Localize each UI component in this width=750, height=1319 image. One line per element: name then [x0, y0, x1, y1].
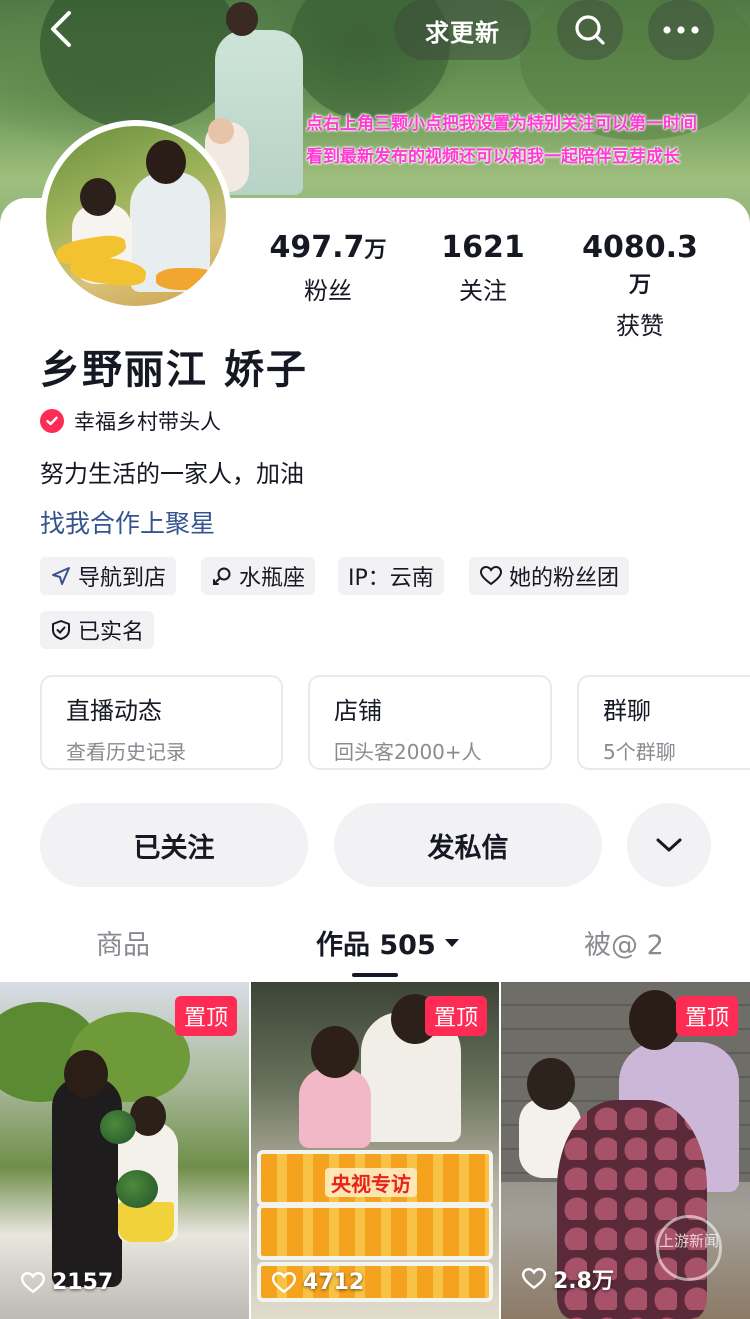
feature-subtitle: 5个群聊	[603, 740, 676, 764]
thumb-person-head	[629, 990, 681, 1050]
feature-title: 直播动态	[66, 697, 162, 725]
active-tab-indicator	[352, 973, 398, 977]
cooperation-link[interactable]: 找我合作上聚星	[40, 504, 215, 540]
tag-ip-location: IP：云南	[338, 557, 444, 595]
thumb-person-head	[527, 1058, 575, 1110]
video-thumbnail[interactable]: 上游新闻 置顶 2.8万	[501, 982, 750, 1319]
tag-navigate-to-store[interactable]: 导航到店	[40, 557, 177, 595]
tag-fan-club-label: 她的粉丝团	[509, 566, 620, 591]
request-update-button[interactable]: 求更新	[394, 0, 531, 60]
more-dots-icon	[663, 26, 699, 34]
feature-shop[interactable]: 店铺 回头客2000+人	[308, 675, 552, 770]
tag-zodiac-label: 水瓶座	[239, 566, 306, 591]
banner-caption: 点右上角三颗小点把我设置为特别关注可以第一时间 看到最新发布的视频还可以和我一起…	[306, 108, 746, 174]
thumb-person	[299, 1068, 371, 1148]
search-icon	[575, 15, 605, 45]
stat-fans-value: 497.7万	[268, 230, 388, 265]
thumb-person	[52, 1077, 122, 1287]
video-likes: 4712	[271, 1270, 364, 1295]
likes-unit: 万	[628, 273, 651, 298]
thumb-watermelon	[116, 1170, 158, 1208]
back-button[interactable]	[36, 6, 86, 52]
check-badge-icon	[40, 409, 64, 433]
verified-text: 幸福乡村带头人	[74, 410, 221, 434]
more-actions-button[interactable]	[627, 803, 711, 887]
tag-zodiac[interactable]: 水瓶座	[201, 557, 316, 595]
heart-icon	[521, 1268, 547, 1290]
tag-navigate-label: 导航到店	[78, 566, 167, 591]
pinned-badge: 置顶	[174, 996, 237, 1036]
fans-number: 497.7	[269, 230, 365, 265]
thumb-watermelon	[100, 1110, 136, 1144]
caret-down-icon	[444, 938, 459, 947]
thumb-person-head	[311, 1026, 359, 1078]
tag-real-name-label: 已实名	[78, 620, 145, 645]
feature-title: 店铺	[334, 697, 382, 725]
zodiac-icon	[213, 567, 231, 585]
chevron-left-icon	[51, 11, 71, 47]
pinned-badge: 置顶	[424, 996, 487, 1036]
heart-icon	[20, 1271, 46, 1293]
feature-live-history[interactable]: 直播动态 查看历史记录	[40, 675, 283, 770]
tag-fan-club[interactable]: 她的粉丝团	[469, 557, 630, 595]
pinned-badge: 置顶	[675, 996, 738, 1036]
feature-subtitle: 回头客2000+人	[334, 740, 482, 764]
video-likes-count: 4712	[303, 1270, 365, 1295]
following-number: 1621	[441, 230, 525, 265]
profile-bio: 努力生活的一家人，加油	[40, 460, 304, 488]
heart-icon	[271, 1271, 297, 1293]
stat-fans-label: 粉丝	[304, 277, 352, 305]
thumb-skirt	[118, 1202, 174, 1242]
heart-outline-icon	[479, 565, 503, 586]
likes-number: 4080.3	[582, 230, 698, 265]
tab-mentions[interactable]: 被@ 2	[584, 923, 664, 962]
feature-subtitle: 查看历史记录	[66, 740, 186, 764]
search-button[interactable]	[557, 0, 623, 60]
video-thumbnail[interactable]: 置顶 2157	[0, 982, 249, 1319]
video-likes-count: 2.8万	[553, 1269, 614, 1294]
video-likes: 2.8万	[521, 1263, 614, 1295]
stat-likes[interactable]: 4080.3 万 获赞	[573, 230, 707, 341]
feature-group-chat[interactable]: 群聊 5个群聊	[577, 675, 750, 770]
avatar-woman-head	[146, 140, 186, 184]
verified-badge: 幸福乡村带头人	[40, 406, 221, 436]
stat-likes-value: 4080.3 万	[573, 230, 707, 300]
shield-icon	[52, 620, 70, 640]
tab-works-label: 作品 505	[316, 930, 436, 961]
video-overlay-text: 央视专访	[325, 1168, 417, 1197]
send-message-button[interactable]: 发私信	[334, 803, 602, 887]
banner-caption-line1: 点右上角三颗小点把我设置为特别关注可以第一时间	[306, 114, 697, 134]
stat-following-label: 关注	[459, 277, 507, 305]
feature-title: 群聊	[603, 697, 651, 725]
avatar-girl-head	[80, 178, 116, 216]
more-button[interactable]	[648, 0, 714, 60]
banner-woman-head	[226, 2, 258, 36]
chevron-down-icon	[656, 838, 682, 852]
video-thumbnail[interactable]: 央视专访 置顶 4712	[251, 982, 499, 1319]
stat-following[interactable]: 1621 关注	[435, 230, 531, 306]
video-likes-count: 2157	[52, 1270, 114, 1295]
watermark-logo: 上游新闻	[656, 1215, 722, 1281]
tab-goods[interactable]: 商品	[96, 923, 150, 962]
tag-ip-label: IP：云南	[348, 566, 434, 591]
navigation-arrow-icon	[52, 567, 70, 585]
tag-real-name: 已实名	[40, 611, 155, 649]
avatar[interactable]	[46, 126, 226, 306]
video-likes: 2157	[20, 1270, 113, 1295]
thumb-mango-tray	[257, 1204, 493, 1260]
avatar-corn	[156, 268, 216, 290]
following-button[interactable]: 已关注	[40, 803, 308, 887]
fans-unit: 万	[364, 238, 387, 263]
stat-fans[interactable]: 497.7万 粉丝	[268, 230, 388, 306]
banner-baby-head	[208, 118, 234, 144]
banner-caption-line2: 看到最新发布的视频还可以和我一起陪伴豆芽成长	[306, 147, 680, 167]
stat-likes-label: 获赞	[616, 312, 664, 340]
profile-name: 乡野丽江 娇子	[40, 347, 308, 393]
thumb-person-head	[64, 1050, 108, 1098]
tab-works[interactable]: 作品 505	[316, 923, 460, 962]
